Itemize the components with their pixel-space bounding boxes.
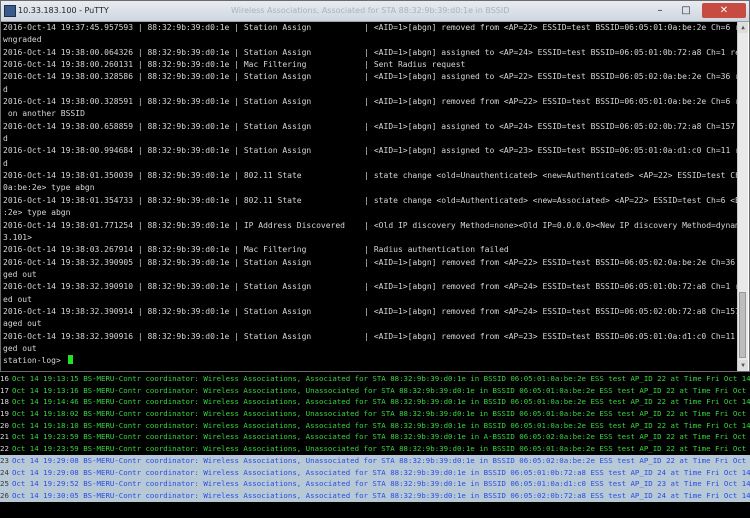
terminal-line: 2016-Oct-14 19:38:00.064326 | 88:32:9b:3… [3, 47, 737, 57]
terminal-output[interactable]: 2016-Oct-14 19:37:45.957593 | 88:32:9b:3… [1, 22, 739, 371]
terminal-line: 2016-Oct-14 19:38:32.390910 | 88:32:9b:3… [3, 282, 737, 292]
line-number: 21 [0, 432, 9, 442]
line-number: 16 [0, 374, 9, 383]
minimize-icon[interactable]: – [649, 3, 671, 18]
line-number: 25 [0, 479, 9, 489]
maximize-icon[interactable]: □ [675, 3, 697, 18]
terminal-line: 2016-Oct-14 19:38:32.390914 | 88:32:9b:3… [3, 306, 737, 316]
log-line: 17 Oct 14 19:13:16 BS-MERU-Contr coordina… [0, 385, 750, 397]
terminal-line: 0a:be:2e> type abgn [3, 183, 95, 193]
putty-app-icon[interactable] [4, 5, 16, 17]
terminal-line: ged out [3, 269, 37, 279]
log-text: Oct 14 19:14:46 BS-MERU-Contr coordinato… [12, 397, 750, 407]
log-line: 24 Oct 14 19:29:08 BS-MERU-Contr coordina… [0, 466, 750, 479]
log-line: 22 Oct 14 19:23:59 BS-MERU-Contr coordina… [0, 443, 750, 455]
terminal-line: :2e> type abgn [3, 208, 71, 218]
window-title: 10.33.183.100 - PuTTY [18, 6, 109, 15]
log-line: 20 Oct 14 19:18:10 BS-MERU-Contr coordina… [0, 420, 750, 432]
line-number: 24 [0, 467, 9, 477]
close-icon[interactable]: ✕ [702, 3, 746, 18]
terminal-line: 2016-Oct-14 19:38:32.390905 | 88:32:9b:3… [3, 257, 736, 267]
log-text: Oct 14 19:18:02 BS-MERU-Contr coordinato… [12, 409, 750, 419]
terminal-line: 2016-Oct-14 19:38:00.658859 | 88:32:9b:3… [3, 121, 736, 131]
line-number: 19 [0, 409, 9, 419]
log-line: 19 Oct 14 19:18:02 BS-MERU-Contr coordina… [0, 408, 750, 420]
terminal-line: ed out [3, 294, 32, 304]
prompt-text: station-log> [3, 356, 66, 366]
terminal-line: 2016-Oct-14 19:38:00.328591 | 88:32:9b:3… [3, 97, 737, 107]
log-text: Oct 14 19:29:08 BS-MERU-Contr coordinato… [12, 455, 750, 465]
log-text: Oct 14 19:18:10 BS-MERU-Contr coordinato… [12, 420, 750, 430]
vertical-scrollbar[interactable]: ▲ ▼ [737, 22, 748, 371]
scroll-up-icon[interactable]: ▲ [738, 22, 748, 33]
line-number: 20 [0, 420, 9, 430]
terminal-line: 2016-Oct-14 19:38:00.994684 | 88:32:9b:3… [3, 146, 737, 156]
putty-window: 10.33.183.100 - PuTTY Wireless Associati… [0, 0, 750, 372]
terminal-cursor [67, 355, 73, 365]
terminal-line: 2016-Oct-14 19:38:00.260131 | 88:32:9b:3… [3, 60, 466, 70]
terminal-line: 2016-Oct-14 19:38:00.328586 | 88:32:9b:3… [3, 72, 737, 82]
log-text: Oct 14 19:29:52 BS-MERU-Contr coordinato… [12, 479, 750, 489]
line-number: 26 [0, 490, 9, 500]
terminal-prompt[interactable]: station-log> [3, 355, 737, 367]
log-text: Oct 14 19:23:59 BS-MERU-Contr coordinato… [12, 444, 750, 454]
log-line: 25 Oct 14 19:29:52 BS-MERU-Contr coordina… [0, 478, 750, 490]
line-number: 17 [0, 385, 9, 395]
line-number: 22 [0, 444, 9, 454]
log-text: Oct 14 19:29:08 BS-MERU-Contr coordinato… [12, 467, 750, 477]
line-number: 23 [0, 455, 9, 465]
background-window-title: Wireless Associations, Associated for ST… [231, 6, 510, 15]
terminal-line: 2016-Oct-14 19:38:01.771254 | 88:32:9b:3… [3, 220, 737, 230]
scroll-down-icon[interactable]: ▼ [738, 360, 748, 371]
terminal-line: ged out [3, 343, 37, 353]
terminal-line: d [3, 84, 8, 94]
log-line: 21 Oct 14 19:23:59 BS-MERU-Contr coordina… [0, 431, 750, 443]
log-text: Oct 14 19:23:59 BS-MERU-Contr coordinato… [12, 432, 750, 442]
terminal-line: 2016-Oct-14 19:38:03.267914 | 88:32:9b:3… [3, 245, 509, 255]
scrollbar-thumb[interactable] [739, 292, 746, 358]
terminal-line: d [3, 158, 8, 168]
title-bar[interactable]: 10.33.183.100 - PuTTY Wireless Associati… [1, 1, 749, 22]
terminal-line: 2016-Oct-14 19:37:45.957593 | 88:32:9b:3… [3, 23, 737, 32]
terminal-line: on another BSSID [3, 109, 85, 119]
terminal-line: d [3, 134, 8, 144]
background-log-viewer[interactable]: 16 Oct 14 19:13:15 BS-MERU-Contr coordina… [0, 372, 750, 518]
terminal-line: wngraded [3, 35, 42, 45]
log-text: Oct 14 19:30:05 BS-MERU-Contr coordinato… [12, 490, 750, 500]
terminal-line: 3.101> [3, 232, 32, 242]
log-line: 23 Oct 14 19:29:08 BS-MERU-Contr coordina… [0, 454, 750, 467]
terminal-line: 2016-Oct-14 19:38:01.350039 | 88:32:9b:3… [3, 171, 737, 181]
log-line: 26 Oct 14 19:30:05 BS-MERU-Contr coordina… [0, 489, 750, 502]
log-text: Oct 14 19:13:16 BS-MERU-Contr coordinato… [12, 385, 750, 395]
terminal-line: 2016-Oct-14 19:38:32.390916 | 88:32:9b:3… [3, 331, 736, 341]
terminal-line: 2016-Oct-14 19:38:01.354733 | 88:32:9b:3… [3, 195, 737, 205]
log-text: Oct 14 19:13:15 BS-MERU-Contr coordinato… [12, 374, 750, 383]
line-number: 18 [0, 397, 9, 407]
log-line: 18 Oct 14 19:14:46 BS-MERU-Contr coordina… [0, 396, 750, 408]
log-line: 16 Oct 14 19:13:15 BS-MERU-Contr coordina… [0, 373, 750, 385]
terminal-line: aged out [3, 319, 42, 329]
